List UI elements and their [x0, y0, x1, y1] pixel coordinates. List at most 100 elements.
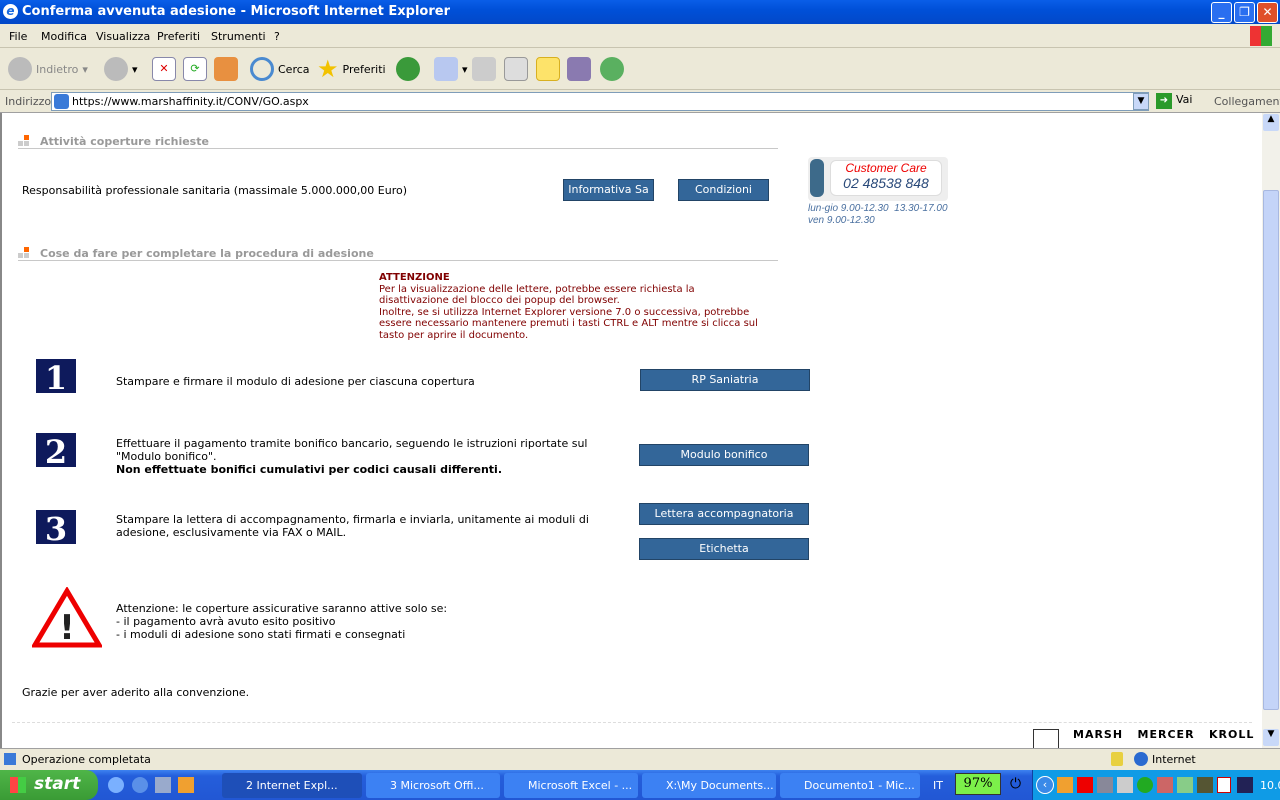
customer-care-phone: 02 48538 848 — [843, 175, 929, 191]
go-button[interactable]: ➜ Vai — [1156, 93, 1192, 109]
quicklaunch-search-icon[interactable] — [132, 777, 148, 793]
page-content: Attività coperture richieste Responsabil… — [0, 113, 1262, 749]
task-excel[interactable]: Microsoft Excel - ... — [504, 773, 638, 798]
rp-sanitaria-button[interactable]: RP Saniatria — [640, 369, 810, 391]
note-icon — [536, 57, 560, 81]
menu-modifica[interactable]: Modifica — [41, 30, 87, 43]
tray-clock-icon[interactable] — [1057, 777, 1073, 793]
edit-button[interactable] — [504, 56, 528, 82]
printer-icon — [472, 57, 496, 81]
step-3-text: Stampare la lettera di accompagnamento, … — [116, 513, 589, 539]
menu-strumenti[interactable]: Strumenti — [211, 30, 266, 43]
step-2-text: Effettuare il pagamento tramite bonifico… — [116, 437, 588, 476]
menu-visualizza[interactable]: Visualizza — [96, 30, 150, 43]
task-word-documento1[interactable]: Documento1 - Mic... — [780, 773, 920, 798]
address-input[interactable]: https://www.marshaffinity.it/CONV/GO.asp… — [51, 92, 1149, 111]
windows-logo-icon — [1250, 26, 1272, 46]
forward-button[interactable]: ▾ — [104, 56, 138, 82]
research-icon — [567, 57, 591, 81]
title-bar: e Conferma avvenuta adesione - Microsoft… — [0, 0, 1280, 24]
step-2-number: 2 — [36, 433, 76, 469]
links-button[interactable]: Collegamenti — [1214, 95, 1280, 108]
status-bar: Operazione completata Internet — [0, 748, 1280, 770]
tray-app-icon[interactable] — [1117, 777, 1133, 793]
toolbar: Indietro ▾ ▾ ✕ ⟳ Cerca ★ Preferiti ▾ — [0, 48, 1280, 90]
favorites-button[interactable]: ★ Preferiti — [317, 55, 386, 83]
address-label: Indirizzo — [5, 95, 52, 108]
mail-button[interactable]: ▾ — [434, 56, 468, 82]
lettera-accompagnatoria-button[interactable]: Lettera accompagnatoria — [639, 503, 809, 525]
address-dropdown-icon[interactable]: ▼ — [1133, 93, 1149, 110]
power-plug-icon: ⏻ — [1010, 776, 1022, 792]
modulo-bonifico-button[interactable]: Modulo bonifico — [639, 444, 809, 466]
search-button[interactable]: Cerca — [250, 56, 310, 82]
scroll-down-icon[interactable]: ▼ — [1263, 729, 1279, 746]
etichetta-button[interactable]: Etichetta — [639, 538, 809, 560]
minimize-button[interactable]: _ — [1211, 2, 1232, 23]
tray-antivirus-icon[interactable] — [1217, 777, 1231, 793]
scroll-thumb[interactable] — [1263, 190, 1279, 710]
home-icon — [214, 57, 238, 81]
stop-button[interactable]: ✕ — [152, 56, 176, 82]
messenger-icon — [600, 57, 624, 81]
attention-notice: ATTENZIONE Per la visualizzazione delle … — [379, 272, 758, 341]
status-text: Operazione completata — [22, 753, 151, 766]
footer-brands: MARSH MERCER KROLL — [1073, 728, 1255, 741]
research-button[interactable] — [567, 56, 591, 82]
condizioni-button[interactable]: Condizioni — [678, 179, 769, 201]
page-icon — [54, 94, 69, 109]
step-3-number: 3 — [36, 510, 76, 546]
vertical-scrollbar[interactable]: ▲ ▼ — [1262, 113, 1280, 748]
home-button[interactable] — [214, 56, 238, 82]
history-icon — [396, 57, 420, 81]
back-button[interactable]: Indietro ▾ — [8, 56, 88, 82]
refresh-button[interactable]: ⟳ — [183, 56, 207, 82]
globe-icon — [1134, 752, 1148, 766]
taskbar: start 2 Internet Expl... 3 Microsoft Off… — [0, 770, 1280, 800]
history-button[interactable] — [396, 56, 420, 82]
step-1-number: 1 — [36, 359, 76, 395]
coverage-description: Responsabilità professionale sanitaria (… — [22, 184, 408, 197]
task-my-documents[interactable]: X:\My Documents... — [642, 773, 776, 798]
task-internet-explorer[interactable]: 2 Internet Expl... — [222, 773, 362, 798]
tray-sync-icon[interactable] — [1137, 777, 1153, 793]
security-zone: Internet — [1152, 753, 1196, 766]
tray-bluetooth-icon[interactable] — [1237, 777, 1253, 793]
tray-network-icon[interactable] — [1097, 777, 1113, 793]
menu-preferiti[interactable]: Preferiti — [157, 30, 200, 43]
tray-expand-icon[interactable]: ‹ — [1036, 776, 1054, 794]
informativa-button[interactable]: Informativa Sa — [563, 179, 654, 201]
mail-icon — [434, 57, 458, 81]
discuss-button[interactable] — [536, 56, 560, 82]
go-arrow-icon: ➜ — [1156, 93, 1172, 109]
customer-care-hours-friday: ven 9.00-12.30 — [808, 215, 875, 226]
quicklaunch-ie-icon[interactable] — [108, 777, 124, 793]
tray-media-icon[interactable] — [1177, 777, 1193, 793]
battery-indicator: 97% — [955, 773, 1001, 795]
start-button[interactable]: start — [0, 770, 98, 800]
edit-icon — [504, 57, 528, 81]
customer-care-banner: Customer Care 02 48538 848 — [808, 157, 948, 201]
refresh-icon: ⟳ — [183, 57, 207, 81]
messenger-button[interactable] — [600, 56, 624, 82]
clock[interactable]: 10.06 — [1260, 779, 1280, 792]
quicklaunch-clock-icon[interactable] — [178, 777, 194, 793]
forward-arrow-icon — [104, 57, 128, 81]
warning-text: Attenzione: le coperture assicurative sa… — [116, 602, 448, 641]
tray-red-icon[interactable] — [1077, 777, 1093, 793]
task-microsoft-office[interactable]: 3 Microsoft Offi... — [366, 773, 500, 798]
close-button[interactable]: ✕ — [1257, 2, 1278, 23]
maximize-button[interactable]: ❐ — [1234, 2, 1255, 23]
menu-help[interactable]: ? — [274, 30, 280, 43]
scroll-up-icon[interactable]: ▲ — [1263, 114, 1279, 131]
section-header-todo: Cose da fare per completare la procedura… — [18, 247, 778, 261]
quicklaunch-outlook-icon[interactable] — [155, 777, 171, 793]
tray-security-icon[interactable] — [1157, 777, 1173, 793]
ie-icon: e — [3, 4, 18, 19]
language-indicator[interactable]: IT — [933, 779, 943, 792]
menu-file[interactable]: File — [9, 30, 27, 43]
tray-monitor-icon[interactable] — [1197, 777, 1213, 793]
star-icon: ★ — [317, 55, 339, 83]
print-button[interactable] — [472, 56, 496, 82]
address-bar: Indirizzo https://www.marshaffinity.it/C… — [0, 90, 1280, 113]
